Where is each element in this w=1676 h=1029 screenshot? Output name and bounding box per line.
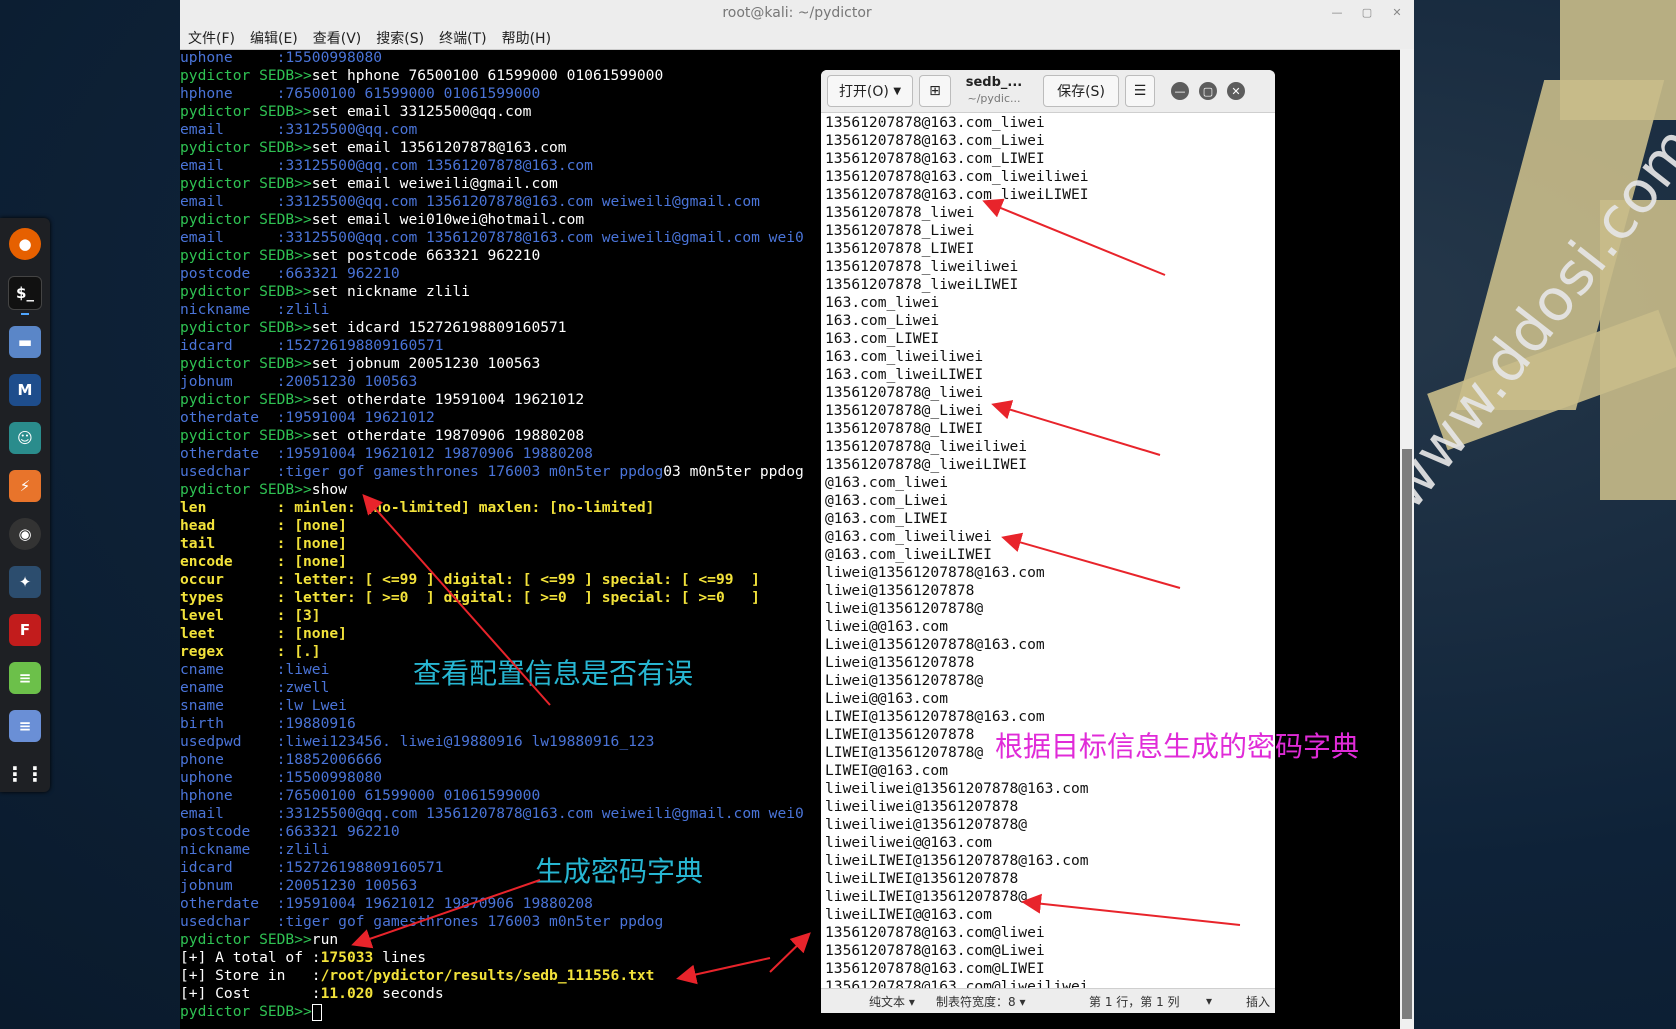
- annotation-arrows: [351, 198, 1241, 985]
- arrow-up: [769, 932, 811, 973]
- arrow-2: [991, 400, 1161, 456]
- arrow-3: [1001, 532, 1181, 589]
- arrow-store: [676, 957, 771, 985]
- arrow-1: [982, 198, 1166, 276]
- arrow-4: [1021, 893, 1241, 926]
- arrow-run: [351, 879, 541, 949]
- arrow-show: [362, 494, 551, 706]
